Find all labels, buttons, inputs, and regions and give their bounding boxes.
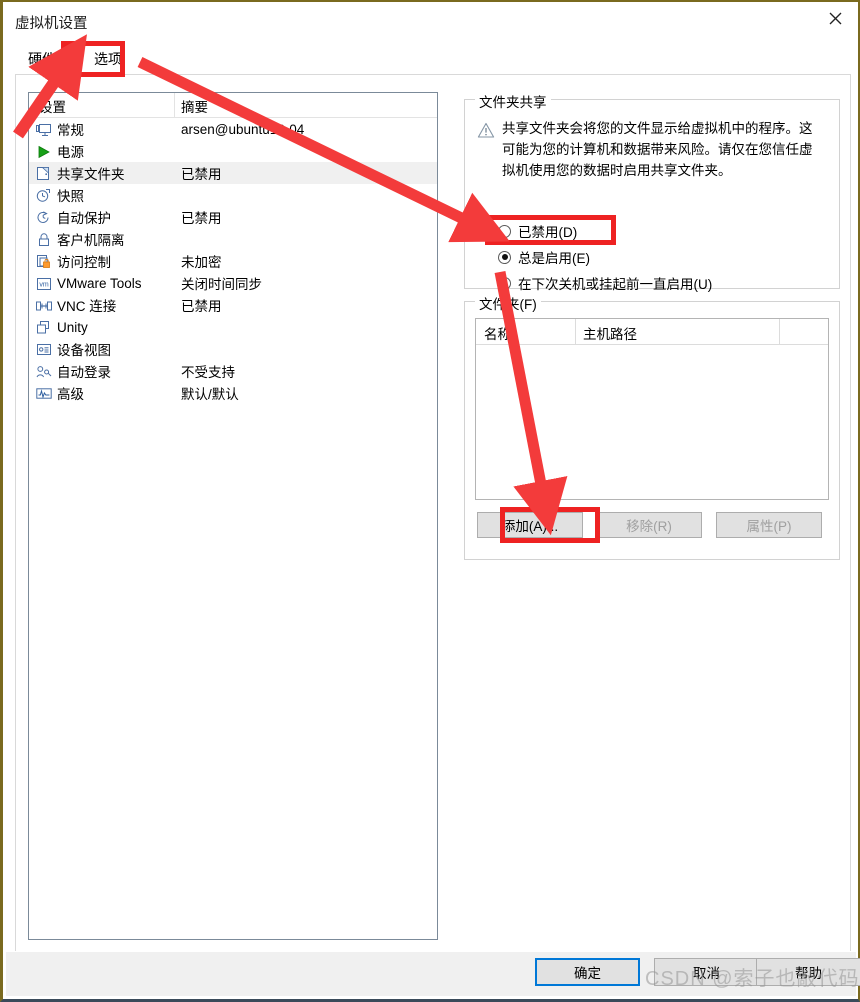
list-item-summary: 关闭时间同步 [181, 277, 262, 292]
list-item-summary: 未加密 [181, 255, 222, 270]
list-item-label: 电源 [57, 145, 84, 160]
power-play-icon [35, 143, 52, 160]
list-item-label: 访问控制 [57, 255, 111, 270]
vnc-icon [35, 297, 52, 314]
radio-always-enabled[interactable]: 总是启用(E) [498, 246, 590, 268]
column-header-summary: 摘要 [181, 100, 208, 115]
tab-options[interactable]: 选项 [81, 45, 135, 73]
cancel-button[interactable]: 取消 [654, 958, 759, 986]
folder-sharing-group-title: 文件夹共享 [475, 91, 551, 111]
advanced-icon [35, 385, 52, 402]
snapshot-clock-icon [35, 187, 52, 204]
list-item-label: 自动登录 [57, 365, 111, 380]
folders-table[interactable]: 名称 主机路径 [475, 318, 829, 500]
radio-label: 总是启用(E) [518, 251, 590, 266]
list-item-general[interactable]: 常规 arsen@ubuntu18-04 [29, 118, 437, 140]
vmware-tools-icon: vm [35, 275, 52, 292]
title-bar: 虚拟机设置 [3, 2, 858, 40]
radio-indicator [498, 224, 511, 238]
list-item-summary: arsen@ubuntu18-04 [181, 121, 305, 137]
settings-list[interactable]: 设置 摘要 常规 arsen@ubuntu18-04 电源 共享文件夹 已禁用 … [28, 92, 438, 940]
window-title: 虚拟机设置 [15, 16, 88, 32]
close-icon[interactable] [812, 2, 858, 35]
list-item-advanced[interactable]: 高级 默认/默认 [29, 382, 437, 404]
column-divider [174, 93, 175, 117]
column-header-setting: 设置 [39, 100, 66, 115]
list-item-label: 快照 [57, 189, 84, 204]
tab-hardware[interactable]: 硬件 [15, 45, 69, 73]
radio-disabled[interactable]: 已禁用(D) [498, 220, 577, 242]
list-item-label: 设备视图 [57, 343, 111, 358]
list-item-summary: 已禁用 [181, 299, 222, 314]
list-item-summary: 已禁用 [181, 167, 222, 182]
radio-label: 已禁用(D) [518, 225, 578, 240]
shared-folder-icon [35, 165, 52, 182]
list-item-access-control[interactable]: 访问控制 未加密 [29, 250, 437, 272]
folders-group-title: 文件夹(F) [475, 293, 541, 313]
help-button[interactable]: 帮助 [756, 958, 860, 986]
list-item-summary: 已禁用 [181, 211, 222, 226]
list-item-vmware-tools[interactable]: vm VMware Tools 关闭时间同步 [29, 272, 437, 294]
remove-folder-button[interactable]: 移除(R) [596, 512, 702, 538]
autoprotect-icon [35, 209, 52, 226]
list-item-label: 自动保护 [57, 211, 111, 226]
add-folder-button[interactable]: 添加(A)... [477, 512, 583, 538]
list-item-label: 常规 [57, 123, 84, 138]
radio-label: 在下次关机或挂起前一直启用(U) [518, 277, 713, 292]
ok-button[interactable]: 确定 [535, 958, 640, 986]
unity-icon [35, 319, 52, 336]
radio-indicator [498, 276, 511, 290]
list-item-device-view[interactable]: 设备视图 [29, 338, 437, 360]
list-item-label: 客户机隔离 [57, 233, 125, 248]
tab-bar: 硬件 选项 [11, 43, 855, 75]
list-item-unity[interactable]: Unity [29, 316, 437, 338]
list-item-label: VNC 连接 [57, 299, 117, 314]
list-item-summary: 默认/默认 [181, 387, 239, 402]
radio-until-next-shutdown[interactable]: 在下次关机或挂起前一直启用(U) [498, 272, 712, 294]
autologon-icon [35, 363, 52, 380]
list-item-power[interactable]: 电源 [29, 140, 437, 162]
access-control-icon [35, 253, 52, 270]
list-item-label: 高级 [57, 387, 84, 402]
folder-properties-button[interactable]: 属性(P) [716, 512, 822, 538]
list-item-autoprotect[interactable]: 自动保护 已禁用 [29, 206, 437, 228]
device-view-icon [35, 341, 52, 358]
monitor-icon [35, 121, 52, 138]
vm-settings-dialog: 虚拟机设置 硬件 选项 设置 摘要 常规 arsen@ubuntu18-04 电… [0, 0, 860, 1002]
dialog-footer: 确定 取消 帮助 [6, 951, 860, 996]
svg-text:vm: vm [39, 281, 49, 288]
list-item-label: 共享文件夹 [57, 167, 125, 182]
list-item-autologon[interactable]: 自动登录 不受支持 [29, 360, 437, 382]
list-item-snapshot[interactable]: 快照 [29, 184, 437, 206]
folder-sharing-group: 文件夹共享 共享文件夹会将您的文件显示给虚拟机中的程序。这可能为您的计算机和数据… [464, 91, 840, 292]
folders-table-header: 名称 主机路径 [476, 319, 828, 345]
list-item-label: Unity [57, 319, 88, 335]
warning-triangle-icon [477, 122, 495, 140]
list-item-guest-isolation[interactable]: 客户机隔离 [29, 228, 437, 250]
list-item-summary: 不受支持 [181, 365, 235, 380]
folders-column-name: 名称 [484, 327, 511, 342]
column-divider [779, 319, 780, 344]
list-item-shared-folders[interactable]: 共享文件夹 已禁用 [29, 162, 437, 184]
radio-indicator [498, 250, 511, 264]
folder-sharing-warning-text: 共享文件夹会将您的文件显示给虚拟机中的程序。这可能为您的计算机和数据带来风险。请… [502, 121, 813, 178]
column-divider [575, 319, 576, 344]
folders-column-host-path: 主机路径 [583, 327, 637, 342]
list-item-label: VMware Tools [57, 275, 142, 291]
settings-list-header: 设置 摘要 [29, 93, 437, 118]
folders-group: 文件夹(F) 名称 主机路径 添加(A)... 移除(R) 属性(P) [464, 293, 840, 560]
lock-icon [35, 231, 52, 248]
list-item-vnc[interactable]: VNC 连接 已禁用 [29, 294, 437, 316]
